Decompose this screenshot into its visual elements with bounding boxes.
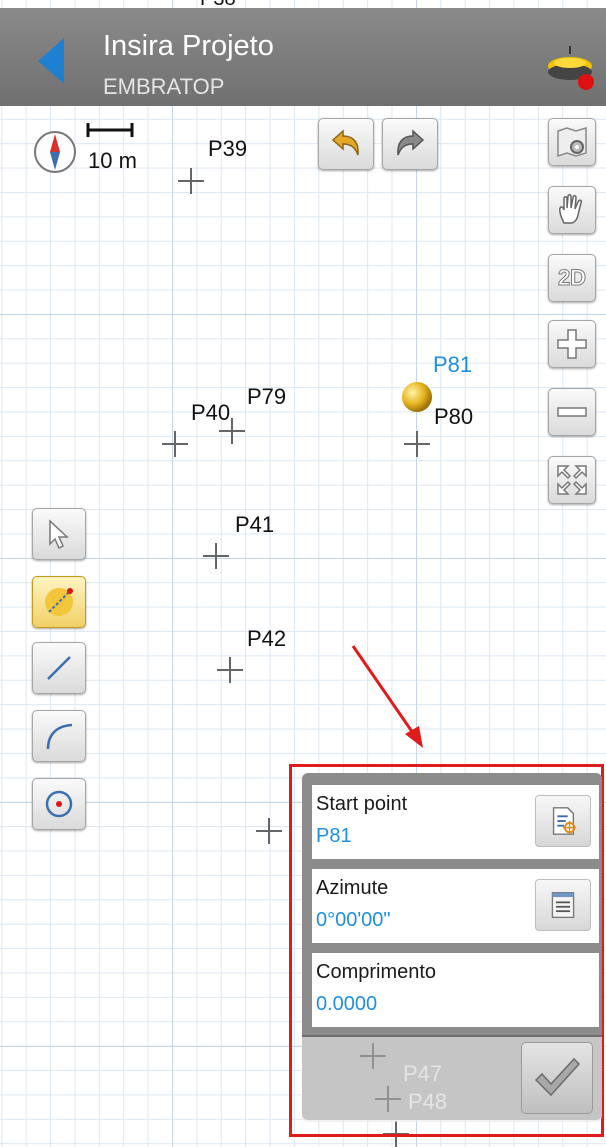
arc-icon [46,723,73,750]
point-marker-unnamed[interactable] [256,818,282,844]
zoom-out-button[interactable] [548,388,596,436]
page-title: Insira Projeto [103,30,274,62]
line-from-point-icon [45,588,73,616]
confirm-button[interactable] [521,1042,593,1114]
annotation-arrow-icon [351,645,423,748]
select-tool-button[interactable] [32,508,86,560]
point-marker-p39[interactable] [178,168,204,194]
arc-tool-button[interactable] [32,710,86,762]
azimute-calculator-button[interactable] [535,879,591,931]
gps-receiver-icon[interactable] [546,44,596,94]
scale-bar-icon [86,123,134,137]
azimute-label: Azimute [316,877,389,899]
minus-icon [557,407,587,417]
point-marker-p80[interactable] [404,431,430,457]
point-label-p42: P42 [247,626,287,651]
plus-icon [557,329,587,359]
start-point-value: P81 [316,825,352,847]
fit-extents-icon [557,465,587,495]
start-point-label: Start point [316,793,408,815]
selected-point-icon[interactable] [400,380,434,414]
point-marker-p46 [360,1043,386,1069]
zoom-in-button[interactable] [548,320,596,368]
point-marker-p40[interactable] [162,431,188,457]
point-to-point-tool-button[interactable] [32,576,86,628]
point-marker-p79[interactable] [219,418,245,444]
point-marker-p42[interactable] [217,657,243,683]
point-list-icon [552,807,577,835]
line-tool-button[interactable] [32,642,86,694]
panel-footer: P47 P48 [302,1035,602,1122]
cursor-arrow-icon [49,519,69,550]
line-input-panel: Start point P81 Azimute 0°00'00" Comprim… [302,773,602,1122]
map-settings-button[interactable] [548,118,596,166]
scale-label: 10 m [88,148,137,173]
azimute-field[interactable]: Azimute 0°00'00" [312,869,599,943]
point-label-p47: P47 [403,1061,443,1086]
checkmark-icon [534,1057,581,1097]
calculator-icon [551,891,575,919]
point-label-p41: P41 [235,512,275,537]
compass-icon[interactable] [33,130,77,174]
circle-center-icon [45,790,73,818]
redo-button[interactable] [382,118,438,170]
point-marker-p48 [375,1086,401,1112]
redo-arrow-icon [397,129,425,156]
pan-hand-button[interactable] [548,186,596,234]
comprimento-value: 0.0000 [316,993,378,1015]
point-label-p48: P48 [408,1089,448,1114]
point-label-p80: P80 [434,404,474,429]
view-2d-label: 2D [557,265,587,291]
hand-icon [559,194,582,224]
line-icon [47,656,71,680]
zoom-extents-button[interactable] [548,456,596,504]
point-marker-p41[interactable] [203,543,229,569]
comprimento-field[interactable]: Comprimento 0.0000 [312,953,599,1027]
start-point-field[interactable]: Start point P81 [312,785,599,859]
view-2d-button[interactable]: 2D [548,254,596,302]
map-gear-icon [557,126,587,158]
undo-arrow-icon [331,129,359,156]
back-arrow-icon[interactable] [38,38,64,84]
point-label-p81: P81 [433,352,473,377]
pick-point-button[interactable] [535,795,591,847]
azimute-value: 0°00'00" [316,909,391,931]
point-label-p79: P79 [247,384,287,409]
point-label-p39: P39 [208,136,248,161]
circle-tool-button[interactable] [32,778,86,830]
comprimento-label: Comprimento [316,961,437,983]
top-bar: Insira Projeto EMBRATOP [0,8,606,106]
undo-button[interactable] [318,118,374,170]
project-subtitle: EMBRATOP [103,74,225,99]
